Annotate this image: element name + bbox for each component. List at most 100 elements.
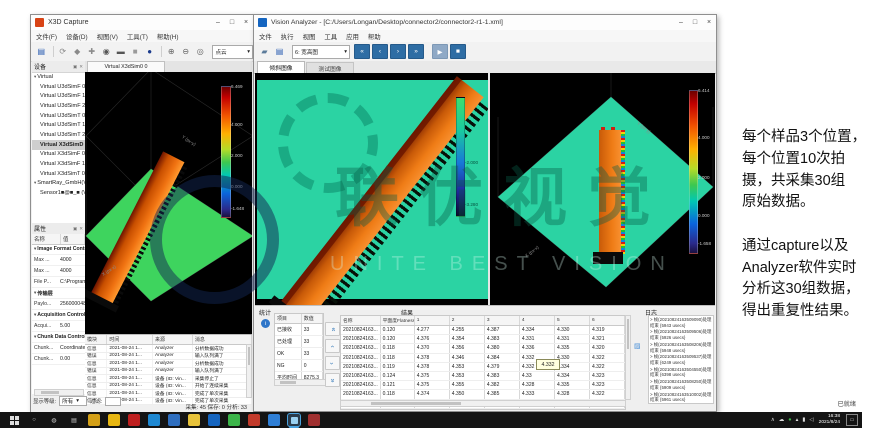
task-view-icon[interactable]: ▤: [68, 414, 80, 426]
results-row-1[interactable]: 20210824163...0.1204.3764.3544.3834.3314…: [341, 335, 625, 344]
analyzer-log-line-1[interactable]: > 帧(20210824163509506)处理结束 {5926 usecs}: [650, 329, 712, 340]
app-sogou[interactable]: [108, 414, 120, 426]
menu-item-0[interactable]: 文件(F): [36, 32, 57, 41]
play-button[interactable]: ▶: [432, 44, 448, 59]
results-row-5[interactable]: 20210824163...0.1244.3754.3534.3834.334.…: [341, 372, 625, 381]
tree-item-6[interactable]: Virtual U3dSimT 2: [32, 130, 85, 140]
property-row-8[interactable]: ▾Chunk Data Control: [32, 332, 85, 343]
prev-frame-button[interactable]: ‹: [372, 44, 388, 59]
expander-icon[interactable]: ▾: [34, 290, 36, 296]
tab-oblique-image[interactable]: 倾斜图像: [257, 61, 305, 73]
log-vscrollbar[interactable]: [246, 344, 252, 398]
log-row-4[interactable]: 信息2021-08-24 1...设备 (ID: Vin...采集停止了: [85, 375, 252, 383]
log-row-0[interactable]: 信息2021-08-24 1...Analyzer分析数据成功: [85, 345, 252, 353]
record-icon[interactable]: ●: [143, 45, 156, 58]
stop-button[interactable]: ■: [450, 44, 466, 59]
tree-item-7[interactable]: Virtual X3dSimD 0: [32, 140, 85, 150]
stats-row-1[interactable]: 已处理33: [275, 336, 323, 348]
zoom-out-icon[interactable]: ⊖: [179, 45, 192, 58]
app-active[interactable]: [288, 414, 300, 426]
app-outlook[interactable]: [208, 414, 220, 426]
save-icon[interactable]: ▤: [273, 45, 286, 58]
menu-item-1[interactable]: 执行: [281, 32, 294, 41]
filter-input[interactable]: [105, 397, 121, 406]
menu-item-2[interactable]: 视图(V): [97, 32, 118, 41]
app-filezilla[interactable]: [128, 414, 140, 426]
tray-icon-3[interactable]: ▴: [796, 417, 799, 423]
tree-item-0[interactable]: ▾Virtual: [32, 72, 85, 82]
prev-result-button[interactable]: ‹: [325, 339, 340, 353]
properties-hscrollbar[interactable]: [34, 389, 84, 396]
results-row-7[interactable]: 20210824163...0.1184.3744.3504.3854.3334…: [341, 390, 625, 399]
property-row-5[interactable]: Paylo...256000048: [32, 299, 85, 310]
analyzer-close-button[interactable]: ×: [702, 15, 716, 30]
property-row-10[interactable]: Chunk...0.00: [32, 354, 85, 365]
tree-item-5[interactable]: Virtual U3dSimT 1: [32, 120, 85, 130]
property-row-9[interactable]: Chunk...CoordinateC: [32, 343, 85, 354]
analyzer-log-line-3[interactable]: > 帧(20210824163509537)处理结束 {6249 usecs}: [650, 354, 712, 365]
tray-icon-2[interactable]: ●: [788, 417, 791, 423]
property-row-3[interactable]: File P...C:\Program Fil...: [32, 277, 85, 288]
expander-icon[interactable]: ▾: [34, 334, 36, 340]
tree-item-12[interactable]: Sensor1■@■_■ (Virtu...: [32, 188, 85, 198]
app-explorer[interactable]: [188, 414, 200, 426]
results-row-6[interactable]: 20210824163...0.1214.3754.3554.3824.3284…: [341, 381, 625, 390]
tray-icon-1[interactable]: ☁: [779, 417, 785, 423]
results-row-4[interactable]: 20210824163...0.1194.3784.3534.3794.3324…: [341, 363, 625, 372]
log-row-3[interactable]: 错误2021-08-24 1...Analyzer输入队列满了: [85, 368, 252, 376]
capture-3d-view[interactable]: Y (px-y) X (px-x) 6.4694.0002.0000.000-1…: [85, 72, 252, 334]
taskbar-clock[interactable]: 16:38 2021/8/24: [819, 414, 840, 425]
app-gold[interactable]: [88, 414, 100, 426]
property-row-11[interactable]: Chunk...0.00: [32, 365, 85, 366]
results-row-2[interactable]: 20210824163...0.1184.3704.3564.3804.3364…: [341, 344, 625, 353]
app-globe[interactable]: [268, 414, 280, 426]
log-row-5[interactable]: 信息2021-08-24 1...设备 (ID: Vin...开始了连续采集: [85, 383, 252, 391]
zoom-fit-icon[interactable]: ◎: [194, 45, 207, 58]
zoom-in-icon[interactable]: ⊕: [165, 45, 178, 58]
tree-item-8[interactable]: Virtual X3dSimF 0: [32, 150, 85, 160]
log-row-2[interactable]: 信息2021-08-24 1...Analyzer分析数据成功: [85, 360, 252, 368]
expander-icon[interactable]: ▾: [34, 246, 36, 252]
app-wechat[interactable]: [228, 414, 240, 426]
disconnect-icon[interactable]: ✚: [85, 45, 98, 58]
capture-close-button[interactable]: ×: [239, 15, 253, 30]
tree-item-4[interactable]: Virtual U3dSimT 0: [32, 111, 85, 121]
tray-icon-5[interactable]: ◁: [809, 417, 813, 423]
view-mode-select[interactable]: 点云▾: [212, 45, 253, 59]
app-red[interactable]: [248, 414, 260, 426]
results-row-0[interactable]: 20210824163...0.1204.2774.2554.3874.3344…: [341, 326, 625, 335]
property-row-6[interactable]: ▾Acquisition Control: [32, 310, 85, 321]
tree-item-10[interactable]: Virtual X3dSimT 0: [32, 169, 85, 179]
property-row-7[interactable]: Acqui...5.00: [32, 321, 85, 332]
capture-titlebar[interactable]: X3D Capture – □ ×: [31, 15, 253, 31]
tray-icon-4[interactable]: ▮: [802, 417, 805, 423]
panel-pin-icon[interactable]: ▣: [73, 226, 77, 232]
menu-item-3[interactable]: 工具: [324, 32, 337, 41]
tree-item-2[interactable]: Virtual U3dSimF 1: [32, 91, 85, 101]
panel-pin-icon[interactable]: ▣: [73, 64, 77, 70]
results-hscrollbar[interactable]: [340, 400, 626, 407]
stats-row-0[interactable]: 已接收33: [275, 324, 323, 336]
analyzer-titlebar[interactable]: Vision Analyzer - [C:/Users/Longan/Deskt…: [254, 15, 716, 31]
property-row-2[interactable]: Max ...4000: [32, 266, 85, 277]
analyzer-right-view[interactable]: Y (px-y) X (px-x) 6.4144.0002.0000.000-1…: [490, 73, 715, 305]
stats-row-3[interactable]: NG0: [275, 360, 323, 372]
results-vscrollbar[interactable]: [625, 315, 631, 400]
expander-icon[interactable]: ▾: [34, 312, 36, 318]
tree-item-1[interactable]: Virtual U3dSimF 0: [32, 82, 85, 92]
clear-log-icon[interactable]: ▨: [634, 342, 641, 350]
camera-icon[interactable]: ◉: [100, 45, 113, 58]
tree-item-9[interactable]: Virtual X3dSimF 1: [32, 159, 85, 169]
tree-item-3[interactable]: Virtual U3dSimF 2: [32, 101, 85, 111]
capture-maximize-button[interactable]: □: [225, 15, 239, 30]
first-frame-button[interactable]: «: [354, 44, 370, 59]
menu-item-0[interactable]: 文件: [259, 32, 272, 41]
analyzer-log-line-6[interactable]: > 帧(20210824163510002)处理结束 {5961 usecs}: [650, 392, 712, 403]
last-frame-button[interactable]: »: [408, 44, 424, 59]
last-result-button[interactable]: «: [325, 373, 340, 387]
analyzer-maximize-button[interactable]: □: [688, 15, 702, 30]
next-result-button[interactable]: ‹: [325, 356, 340, 370]
stats-hscrollbar[interactable]: [274, 379, 326, 386]
menu-item-4[interactable]: 帮助(H): [157, 32, 179, 41]
analyzer-log-line-4[interactable]: > 帧(20210824163504550)处理结束 {6398 usecs}: [650, 367, 712, 378]
